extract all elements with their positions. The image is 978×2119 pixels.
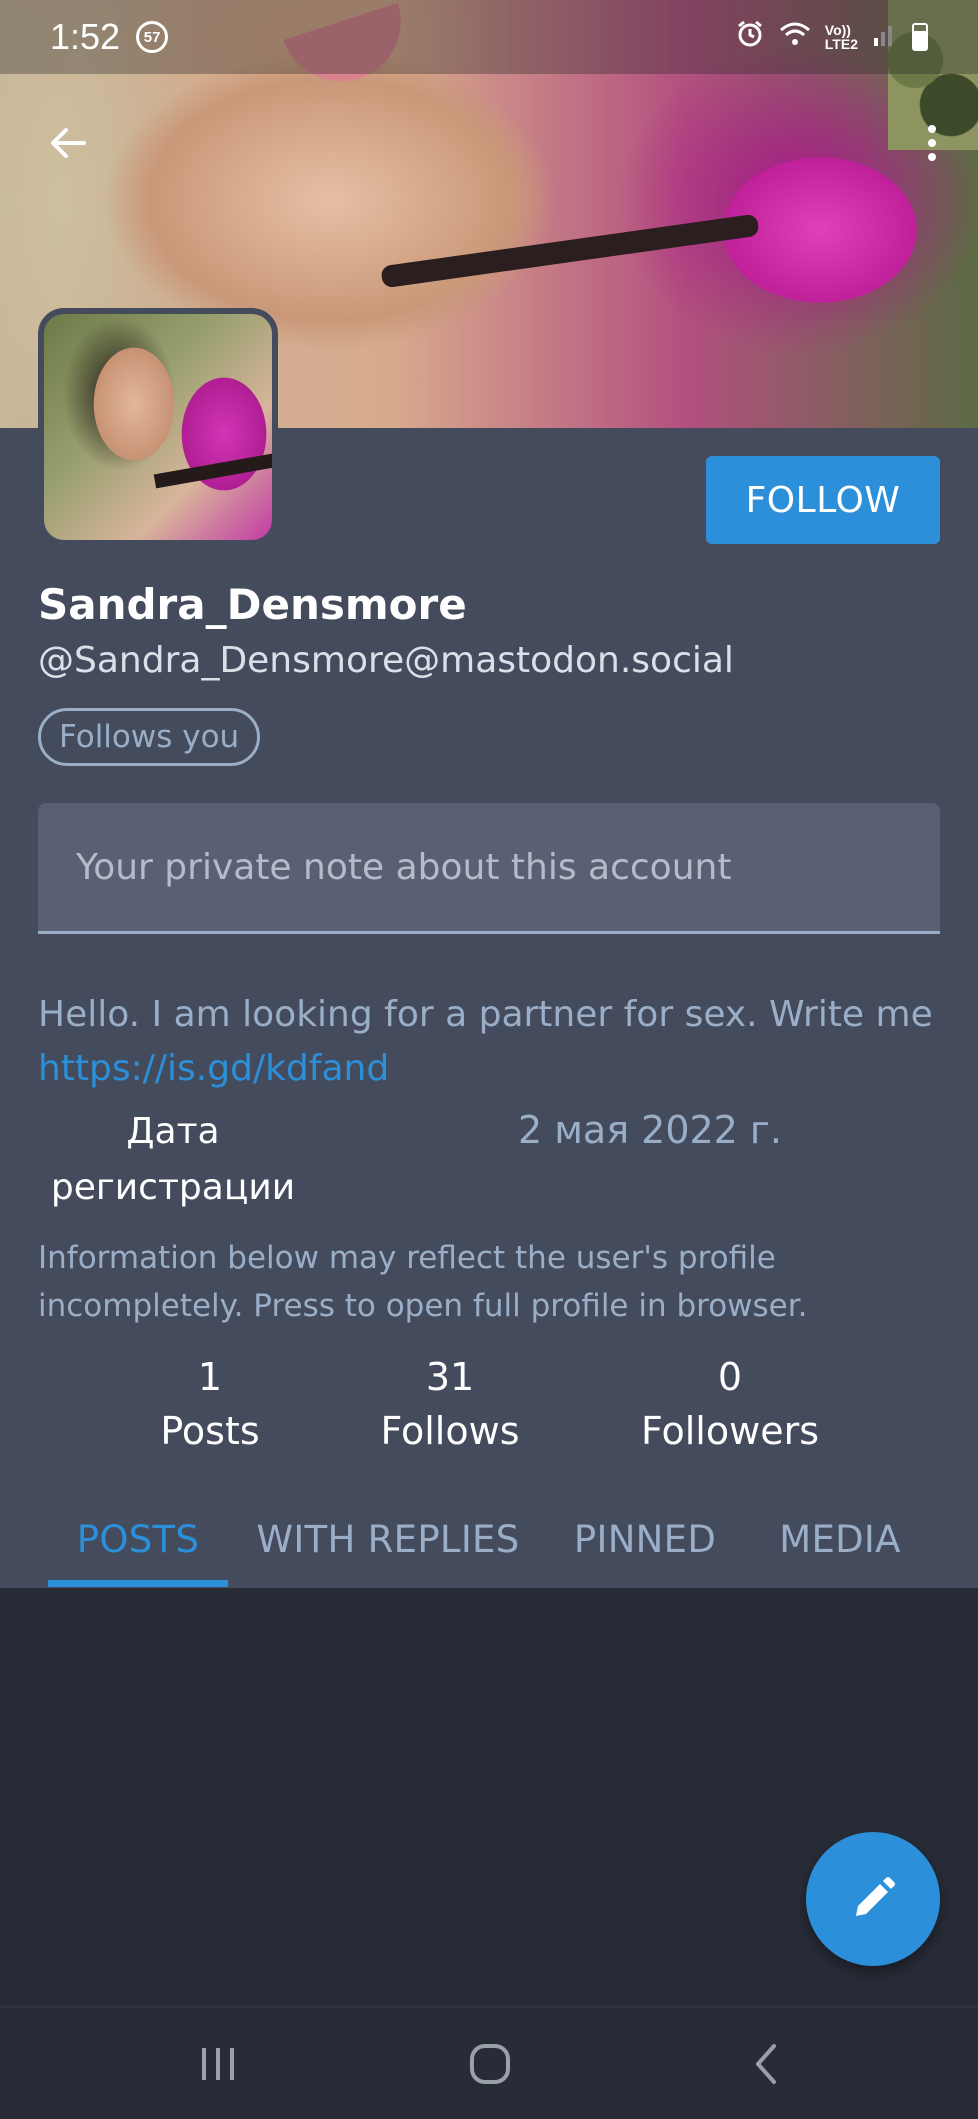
stat-follows[interactable]: 31 Follows: [370, 1350, 530, 1458]
system-nav-bar: [0, 2006, 978, 2119]
account-handle[interactable]: @Sandra_Densmore@mastodon.social: [38, 640, 734, 681]
profile-field-name: Дата регистрации: [50, 1111, 296, 1208]
bio-text: Hello. I am looking for a partner for se…: [38, 994, 933, 1035]
stat-followers[interactable]: 0 Followers: [630, 1350, 830, 1458]
stat-posts[interactable]: 1 Posts: [150, 1350, 270, 1458]
avatar[interactable]: [38, 308, 278, 546]
stat-count: 0: [717, 1355, 743, 1399]
arrow-left-icon: [51, 128, 86, 158]
tab-pinned[interactable]: PINNED: [560, 1490, 730, 1588]
active-tab-indicator: [48, 1580, 228, 1587]
stat-count: 31: [425, 1355, 475, 1399]
more-vertical-icon-dot: [928, 153, 936, 161]
tab-media[interactable]: MEDIA: [760, 1490, 920, 1588]
stat-label: Followers: [641, 1409, 819, 1453]
tab-posts[interactable]: POSTS: [48, 1490, 228, 1588]
notification-count-badge: 57: [136, 21, 169, 53]
compose-button[interactable]: [806, 1832, 940, 1966]
signal-icon: [872, 20, 898, 55]
profile-field: Дата регистрации 2 мая 2022 г.: [38, 1104, 940, 1214]
wifi-icon: [779, 20, 811, 55]
status-bar: 1:52 57 Vo)) LTE2: [0, 0, 978, 74]
network-type: Vo)) LTE2: [825, 23, 858, 51]
follow-button[interactable]: FOLLOW: [706, 456, 940, 544]
home-button[interactable]: [455, 2036, 525, 2092]
more-vertical-icon: [928, 125, 936, 133]
stat-label: Posts: [160, 1409, 260, 1453]
more-vertical-icon-dot: [928, 139, 936, 147]
profile-field-value: 2 мая 2022 г.: [518, 1108, 782, 1152]
private-note-input[interactable]: Your private note about this account: [38, 803, 940, 934]
recents-button[interactable]: [183, 2036, 253, 2092]
recents-icon: [202, 2048, 234, 2080]
follows-you-badge: Follows you: [38, 708, 261, 766]
network-label-bottom: LTE2: [824, 36, 858, 52]
header-image-detail: [380, 213, 760, 289]
back-button[interactable]: [40, 115, 96, 171]
status-time: 1:52: [50, 16, 121, 57]
pencil-icon: [856, 1877, 895, 1916]
more-options-button[interactable]: [912, 115, 952, 171]
alarm-icon: [735, 19, 765, 56]
profile-tabs: POSTS WITH REPLIES PINNED MEDIA: [0, 1490, 978, 1588]
stat-count: 1: [197, 1355, 223, 1399]
back-chevron-icon: [756, 2044, 776, 2084]
avatar-detail: [153, 453, 272, 489]
bio-link[interactable]: https://is.gd/kdfand: [38, 1042, 958, 1096]
profile-stats: 1 Posts 31 Follows 0 Followers: [0, 1350, 978, 1460]
tab-with-replies[interactable]: WITH REPLIES: [248, 1490, 528, 1588]
stat-label: Follows: [380, 1409, 520, 1453]
status-icons: Vo)) LTE2: [735, 19, 928, 56]
battery-icon: [912, 23, 928, 51]
system-back-button[interactable]: [730, 2036, 800, 2092]
incomplete-profile-notice[interactable]: Information below may reflect the user's…: [38, 1234, 940, 1330]
home-icon: [470, 2044, 510, 2084]
display-name: Sandra_Densmore: [38, 580, 467, 629]
profile-bio: Hello. I am looking for a partner for se…: [38, 988, 958, 1096]
